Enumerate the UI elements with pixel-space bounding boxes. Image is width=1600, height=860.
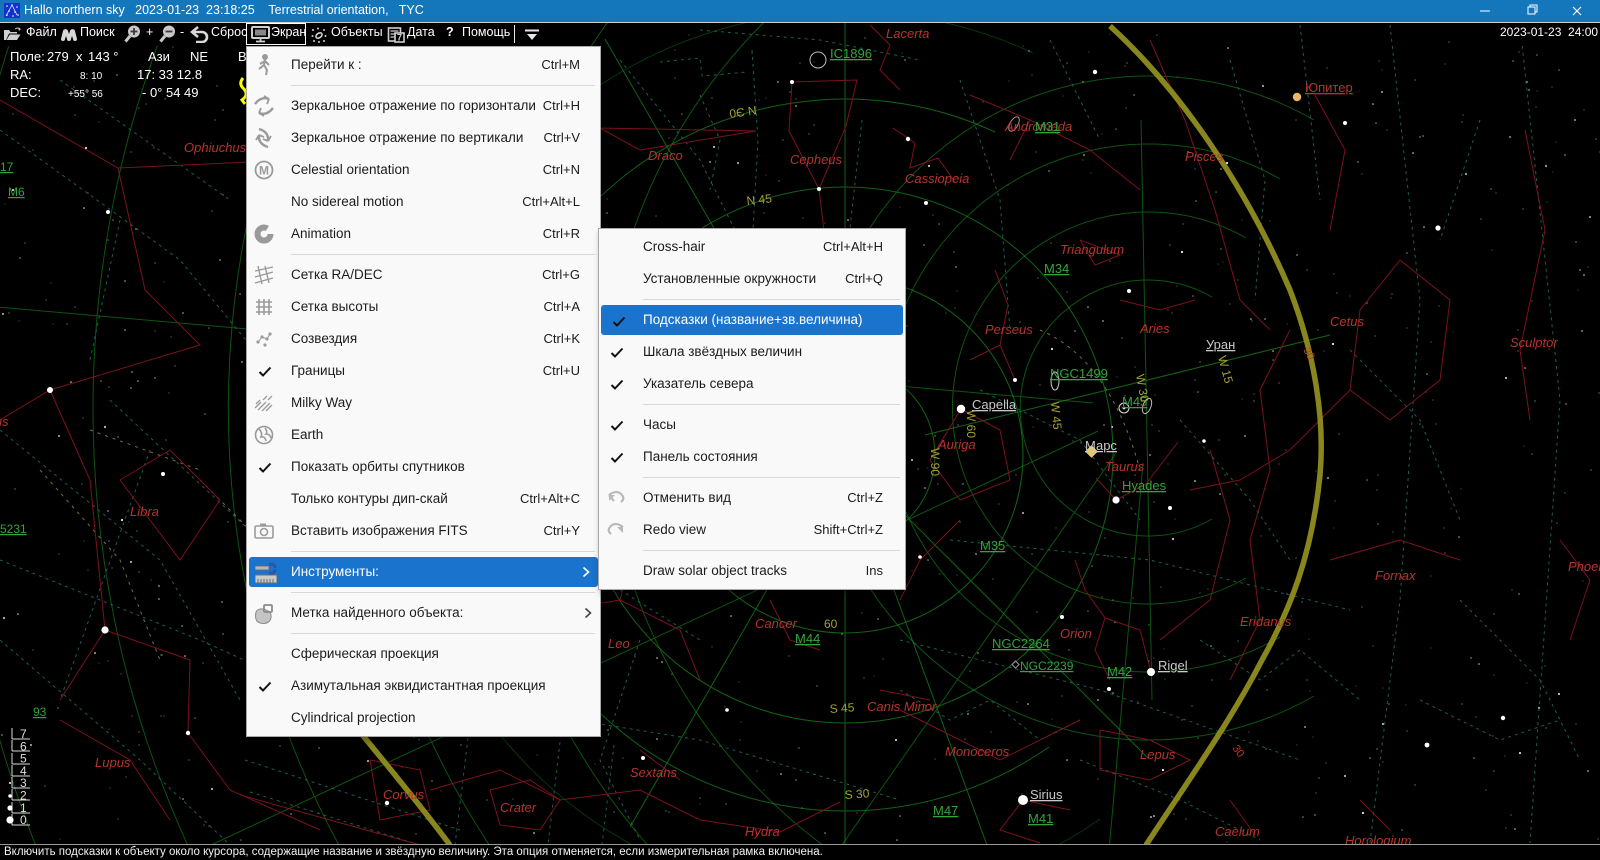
svg-text:Orion: Orion [1060,626,1092,641]
svg-text:W 60: W 60 [964,410,978,438]
svg-text:Hyades: Hyades [1122,478,1167,493]
svg-text:Lepus: Lepus [1140,747,1176,762]
svg-text:Ophiuchus: Ophiuchus [184,140,247,155]
svg-text:M34: M34 [1044,261,1069,276]
svg-text:Leo: Leo [608,636,630,651]
svg-text:M: M [259,164,269,178]
svg-text:S 45: S 45 [829,700,855,716]
svg-text:Cassiopeia: Cassiopeia [905,171,969,186]
svg-text:Sculptor: Sculptor [1510,335,1558,350]
svg-text:Triangulum: Triangulum [1060,242,1124,257]
svg-text:NGC2239: NGC2239 [1020,659,1074,673]
svg-text:17: 17 [0,160,14,174]
svg-text:Scorpius: Scorpius [0,414,9,429]
svg-text:Canis Minor: Canis Minor [867,699,937,714]
svg-text:Taurus: Taurus [1105,459,1145,474]
svg-text:M47: M47 [933,803,958,818]
svg-text:Crater: Crater [500,800,537,815]
svg-text:M6: M6 [8,185,25,199]
svg-text:7: 7 [397,33,402,43]
svg-text:M41: M41 [1028,811,1053,826]
svg-text:S 30: S 30 [844,786,870,802]
svg-text:IC1896: IC1896 [830,46,872,61]
svg-text:Monoceros: Monoceros [945,744,1010,759]
svg-text:Caelum: Caelum [1215,824,1260,839]
svg-text:Уран: Уран [1206,337,1235,352]
svg-text:W 45: W 45 [1048,401,1064,430]
svg-text:Cancer: Cancer [755,616,798,631]
svg-text:N 45: N 45 [746,191,773,208]
svg-text:5231: 5231 [0,522,27,536]
svg-text:M42: M42 [1107,664,1132,679]
svg-text:60: 60 [824,617,838,631]
svg-text:Sirius: Sirius [1030,787,1063,802]
svg-text:93: 93 [33,705,47,719]
svg-text:Rigel: Rigel [1158,658,1188,673]
svg-text:Perseus: Perseus [985,322,1033,337]
svg-text:NGC1499: NGC1499 [1050,366,1108,381]
svg-text:0: 0 [20,813,27,827]
svg-text:M31: M31 [1035,119,1060,134]
svg-text:Pisces: Pisces [1185,149,1224,164]
svg-text:Юпитер: Юпитер [1305,80,1353,95]
svg-text:Sextans: Sextans [630,765,677,780]
svg-text:Марс: Марс [1085,438,1117,453]
svg-text:M44: M44 [795,631,820,646]
svg-text:Fornax: Fornax [1375,568,1416,583]
svg-text:Aries: Aries [1139,321,1170,336]
svg-text:Lupus: Lupus [95,755,131,770]
svg-text:Eridanus: Eridanus [1240,614,1292,629]
svg-text:Cetus: Cetus [1330,314,1364,329]
svg-text:Hydra: Hydra [745,824,780,839]
svg-text:M35: M35 [980,538,1005,553]
svg-text:NGC2264: NGC2264 [992,636,1050,651]
svg-text:Cepheus: Cepheus [790,152,843,167]
svg-text:W 90: W 90 [928,448,942,476]
svg-text:Phoenix: Phoenix [1568,559,1600,574]
svg-text:Draco: Draco [648,148,683,163]
svg-text:Libra: Libra [130,504,159,519]
svg-text:Corvus: Corvus [383,787,425,802]
